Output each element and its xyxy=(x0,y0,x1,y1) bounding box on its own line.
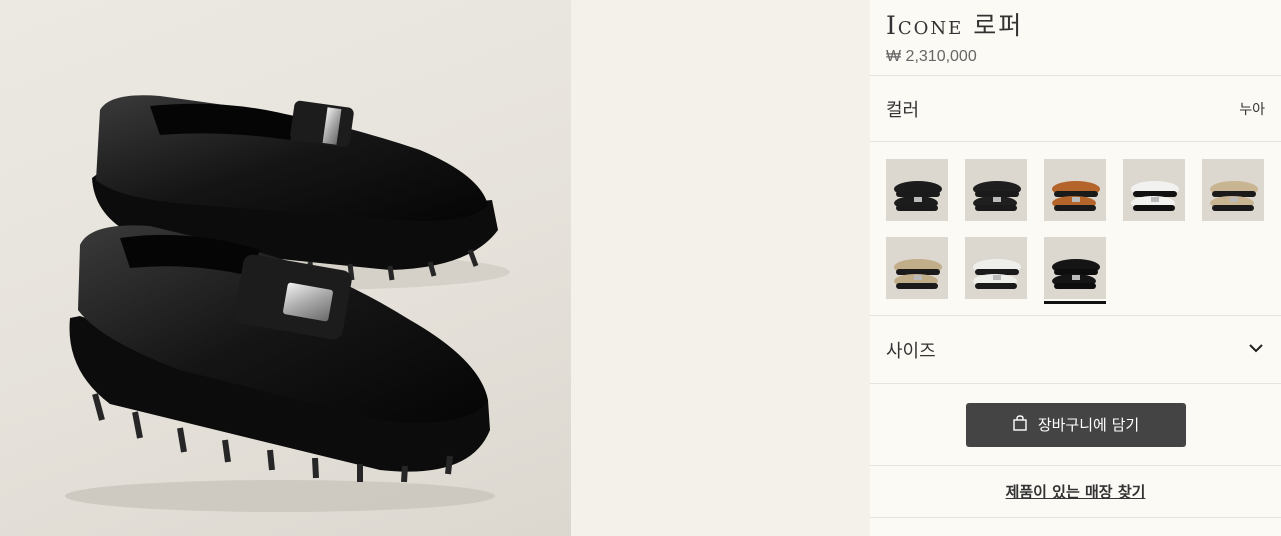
store-row: 제품이 있는 매장 찾기 xyxy=(870,466,1281,518)
product-panel: Icone 로퍼 ₩ 2,310,000 컬러 누아 사이즈 장바구니에 담기 … xyxy=(870,0,1281,536)
size-selector[interactable]: 사이즈 xyxy=(870,316,1281,384)
color-swatch-black-white-detail[interactable] xyxy=(965,159,1027,221)
add-to-cart-label: 장바구니에 담기 xyxy=(1037,416,1140,434)
add-to-cart-button[interactable]: 장바구니에 담기 xyxy=(965,402,1186,447)
color-swatch-white[interactable] xyxy=(1123,159,1185,221)
color-swatch-white-black[interactable] xyxy=(965,237,1027,299)
color-row: 컬러 누아 xyxy=(870,76,1281,142)
product-title: Icone 로퍼 xyxy=(886,11,1024,40)
product-image[interactable] xyxy=(0,0,571,536)
product-page: Icone 로퍼 ₩ 2,310,000 컬러 누아 사이즈 장바구니에 담기 … xyxy=(0,0,1281,536)
cart-row: 장바구니에 담기 xyxy=(870,384,1281,466)
color-swatch-black[interactable] xyxy=(1044,237,1106,304)
image-gap xyxy=(571,0,870,536)
color-selected-value: 누아 xyxy=(1239,101,1265,118)
color-swatch-beige-black[interactable] xyxy=(886,237,948,299)
color-swatch-black-brown-sole[interactable] xyxy=(886,159,948,221)
color-swatch-beige-suede[interactable] xyxy=(1202,159,1264,221)
product-header: Icone 로퍼 ₩ 2,310,000 xyxy=(870,0,1281,76)
color-swatch-tan[interactable] xyxy=(1044,159,1106,221)
product-price: ₩ 2,310,000 xyxy=(886,48,977,65)
chevron-down-icon[interactable] xyxy=(1247,339,1265,361)
shopping-bag-icon xyxy=(1012,414,1028,435)
color-swatches xyxy=(870,142,1281,316)
color-label: 컬러 xyxy=(886,99,920,121)
loafer-illustration xyxy=(65,95,510,512)
size-label: 사이즈 xyxy=(886,340,936,362)
find-store-link[interactable]: 제품이 있는 매장 찾기 xyxy=(1006,481,1146,502)
